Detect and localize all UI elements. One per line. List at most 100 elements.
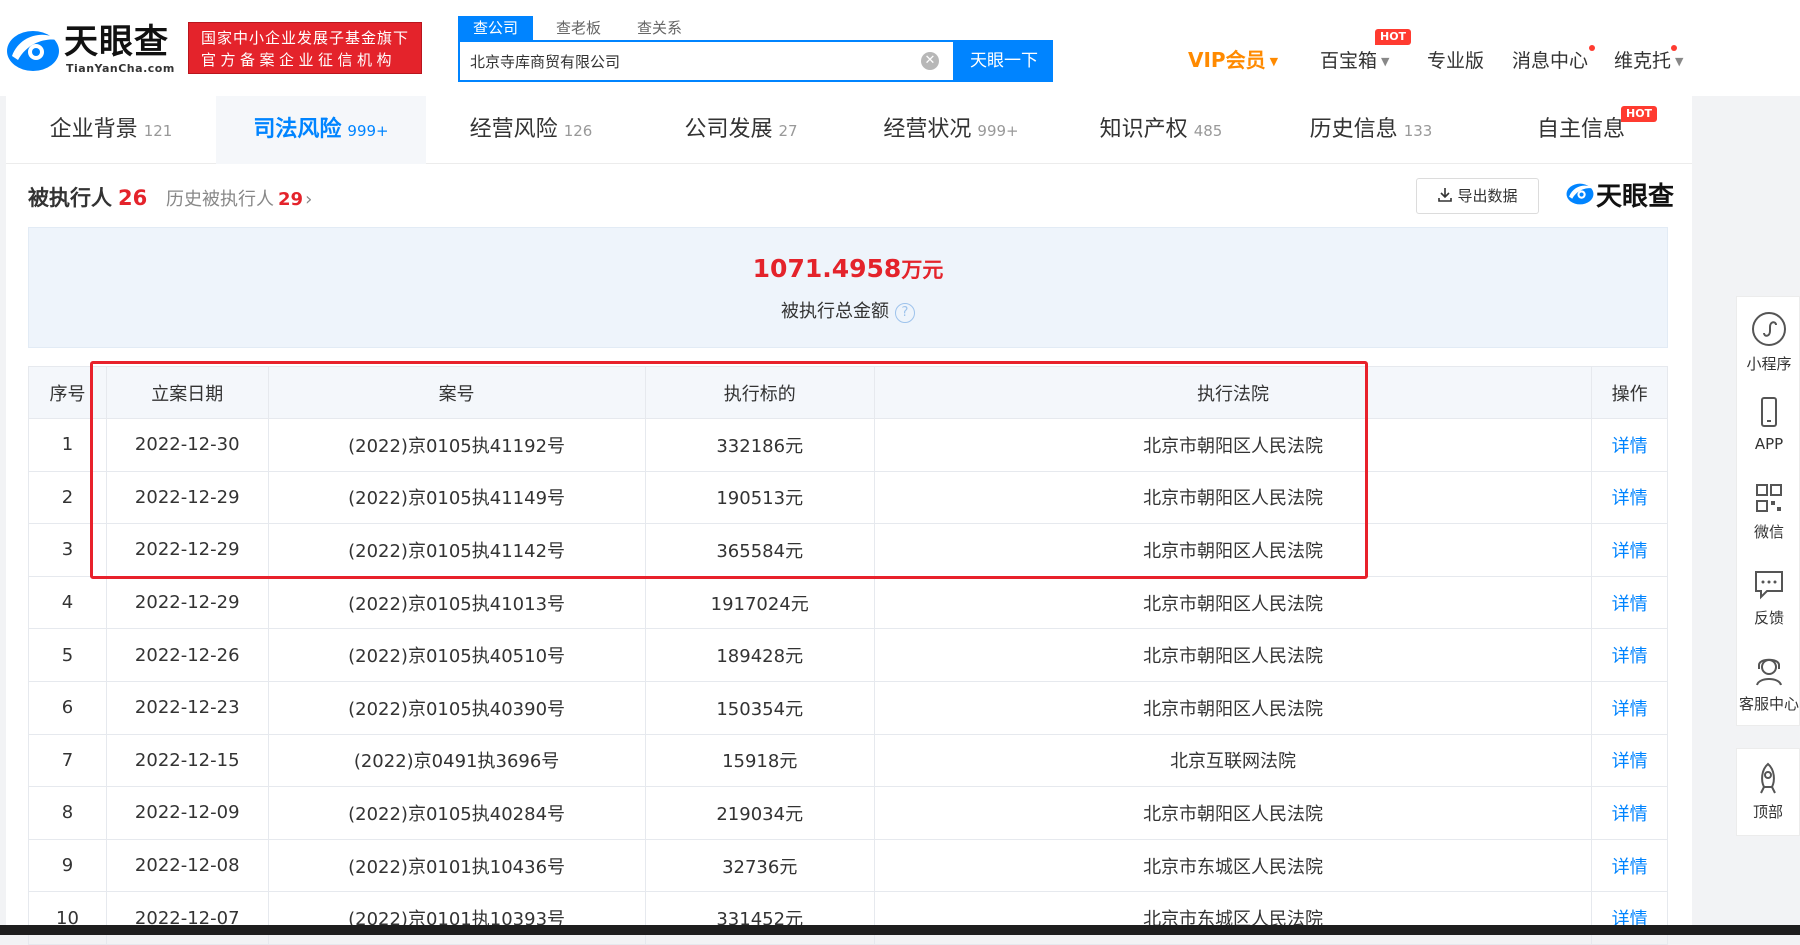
cell-date: 2022-12-23 [105, 680, 269, 735]
cell-court: 北京市朝阳区人民法院 [873, 418, 1593, 472]
sidebar-label: 反馈 [1753, 609, 1784, 627]
col-header-index: 序号 [28, 366, 107, 419]
col-header-target[interactable]: 执行标的 [644, 366, 875, 419]
tab-judicial-risk[interactable]: 司法风险 999+ [216, 96, 426, 164]
cell-case-no: (2022)京0491执3696号 [267, 733, 646, 788]
search-tab-company[interactable]: 查公司 [458, 16, 533, 40]
tab-history-info[interactable]: 历史信息 133 [1266, 96, 1476, 164]
table-row: 3 2022-12-29 (2022)京0105执41142号 365584元 北京市朝… [28, 523, 1668, 577]
baibaoxiang-menu[interactable]: 百宝箱 ▼ [1320, 46, 1389, 76]
back-to-top-button[interactable]: 顶部 [1736, 748, 1800, 836]
tab-label: 司法风险 [253, 117, 342, 142]
vip-member-menu[interactable]: VIP会员 ▼ [1188, 46, 1278, 76]
table-row: 10 2022-12-07 (2022)京0101执10393号 331452元 北京市… [28, 891, 1668, 945]
cell-index: 5 [28, 628, 107, 682]
cell-date: 2022-12-15 [105, 733, 269, 788]
cell-target: 219034元 [644, 786, 875, 840]
sidebar-item-feedback[interactable]: 反馈 [1737, 569, 1800, 628]
table-row: 7 2022-12-15 (2022)京0491执3696号 15918元 北京互联网法… [28, 733, 1668, 788]
cell-index: 1 [28, 418, 107, 472]
tab-operating-status[interactable]: 经营状况 999+ [846, 96, 1056, 164]
cell-detail-link[interactable]: 详情 [1591, 418, 1668, 472]
banner-line-1: 国家中小企业发展子基金旗下 [201, 29, 410, 47]
cell-target: 332186元 [644, 418, 875, 472]
clear-icon[interactable]: ✕ [921, 52, 939, 70]
message-center-link[interactable]: 消息中心 [1512, 46, 1588, 76]
col-header-case-no: 案号 [267, 366, 646, 419]
taskbar-strip [0, 925, 1800, 935]
tab-count: 121 [143, 122, 173, 140]
search-tab-relation[interactable]: 查关系 [622, 16, 697, 40]
col-header-action: 操作 [1591, 366, 1668, 419]
history-count: 29 [278, 189, 304, 210]
table-row: 2 2022-12-29 (2022)京0105执41149号 190513元 北京市朝… [28, 470, 1668, 525]
cell-date: 2022-12-29 [105, 575, 269, 630]
history-label: 历史被执行人 [166, 189, 274, 210]
sidebar-item-customer-service[interactable]: 客服中心 [1737, 655, 1800, 714]
table-row: 1 2022-12-30 (2022)京0105执41192号 332186元 北京市朝… [28, 418, 1668, 472]
search-box: ✕ [458, 40, 955, 82]
pro-version-link[interactable]: 专业版 [1427, 46, 1484, 76]
export-data-button[interactable]: 导出数据 [1416, 178, 1539, 214]
tab-enterprise-background[interactable]: 企业背景 121 [6, 96, 216, 164]
top-header: 天眼查 TianYanCha.com 国家中小企业发展子基金旗下 官方备案企业征… [0, 0, 1800, 96]
section-count: 26 [118, 186, 148, 210]
category-tabs: 企业背景 121 司法风险 999+ 经营风险 126 公司发展 27 经营状况 999+… [6, 96, 1692, 164]
sidebar-label: 小程序 [1746, 355, 1792, 373]
cell-date: 2022-12-08 [105, 838, 269, 893]
cell-court: 北京互联网法院 [873, 733, 1593, 788]
section-title: 被执行人 26 [28, 182, 147, 212]
cell-detail-link[interactable]: 详情 [1591, 680, 1668, 735]
sidebar-item-wechat[interactable]: 微信 [1737, 483, 1800, 542]
table-row: 4 2022-12-29 (2022)京0105执41013号 1917024元 北京市… [28, 575, 1668, 630]
col-header-date[interactable]: 立案日期 [105, 366, 269, 419]
cell-detail-link[interactable]: 详情 [1591, 786, 1668, 840]
tab-operating-risk[interactable]: 经营风险 126 [426, 96, 636, 164]
logo-name: 天眼查 [64, 22, 169, 62]
cell-court: 北京市朝阳区人民法院 [873, 786, 1593, 840]
cell-detail-link[interactable]: 详情 [1591, 733, 1668, 788]
total-amount: 1071.4958万元 [29, 254, 1667, 284]
cell-case-no: (2022)京0105执41192号 [267, 418, 646, 472]
cell-court: 北京市朝阳区人民法院 [873, 575, 1593, 630]
search-tab-boss[interactable]: 查老板 [541, 16, 616, 40]
tab-label: 历史信息 [1309, 117, 1398, 142]
cell-court: 北京市东城区人民法院 [873, 838, 1593, 893]
search-input[interactable] [470, 42, 870, 80]
cell-detail-link[interactable]: 详情 [1591, 628, 1668, 682]
tab-count: 999+ [977, 122, 1019, 140]
cell-index: 6 [28, 680, 107, 735]
section-title-label: 被执行人 [28, 186, 112, 210]
tianyancha-logo[interactable]: 天眼查 TianYanCha.com [6, 22, 176, 76]
cell-index: 2 [28, 470, 107, 525]
chevron-down-icon: ▼ [1675, 55, 1684, 68]
cell-date: 2022-12-26 [105, 628, 269, 682]
col-header-court: 执行法院 [873, 366, 1593, 419]
sidebar-item-mini-program[interactable]: 小程序 [1737, 311, 1800, 374]
cell-detail-link[interactable]: 详情 [1591, 523, 1668, 577]
cell-detail-link[interactable]: 详情 [1591, 575, 1668, 630]
hot-badge: HOT [1621, 106, 1658, 122]
cell-case-no: (2022)京0105执40510号 [267, 628, 646, 682]
cell-detail-link[interactable]: 详情 [1591, 470, 1668, 525]
executed-table: 序号 立案日期 案号 执行标的 执行法院 操作 1 2022-12-30 (2022… [28, 366, 1668, 945]
total-amount-label: 被执行总金额? [29, 297, 1667, 323]
cell-detail-link[interactable]: 详情 [1591, 838, 1668, 893]
help-icon[interactable]: ? [895, 303, 915, 323]
table-header-row: 序号 立案日期 案号 执行标的 执行法院 操作 [28, 366, 1668, 419]
table-row: 6 2022-12-23 (2022)京0105执40390号 150354元 北京市朝… [28, 680, 1668, 735]
cell-detail-link[interactable]: 详情 [1591, 891, 1668, 945]
hot-badge: HOT [1375, 29, 1412, 45]
cell-target: 331452元 [644, 891, 875, 945]
total-amount-unit: 万元 [901, 258, 944, 282]
search-button[interactable]: 天眼一下 [955, 40, 1053, 82]
sidebar-item-app[interactable]: APP [1737, 397, 1800, 453]
feedback-icon [1755, 571, 1783, 600]
cell-date: 2022-12-29 [105, 523, 269, 577]
tab-company-development[interactable]: 公司发展 27 [636, 96, 846, 164]
cell-index: 4 [28, 575, 107, 630]
cell-index: 3 [28, 523, 107, 577]
tab-label: 经营状况 [883, 117, 972, 142]
tab-intellectual-property[interactable]: 知识产权 485 [1056, 96, 1266, 164]
history-executed-link[interactable]: 历史被执行人 29 › [166, 185, 312, 211]
